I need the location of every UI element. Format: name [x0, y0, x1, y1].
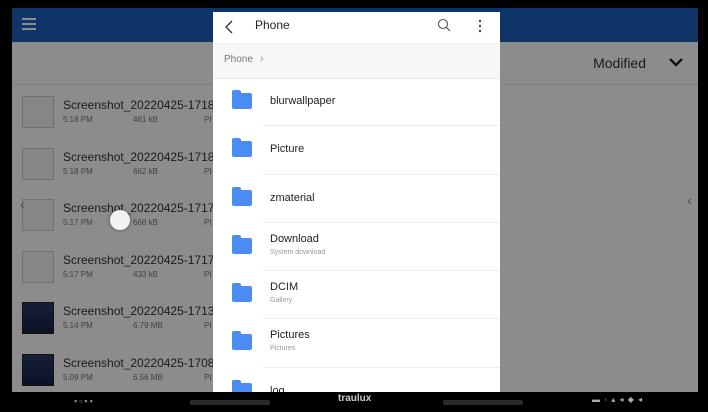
taskbar-slot[interactable]: [443, 400, 523, 405]
taskbar-left-icons[interactable]: ▪▫▪▪: [74, 396, 95, 406]
search-icon[interactable]: [437, 18, 451, 32]
folder-item[interactable]: log: [213, 368, 500, 392]
folder-icon: [232, 90, 252, 109]
folder-list: blurwallpaper Picture zmaterial Download Sys…: [213, 78, 500, 392]
taskbar: ▪▫▪▪ traulux ▬ ◦ ▴ ◂ ◆ ◂: [0, 392, 708, 412]
back-arrow-icon[interactable]: [223, 20, 237, 34]
folder-name: Pictures: [270, 329, 310, 342]
folder-name: DCIM: [270, 281, 299, 294]
device-screen: Modified Screenshot_20220425-17183 5:18 P…: [12, 8, 698, 392]
folder-item[interactable]: blurwallpaper: [213, 78, 500, 127]
taskbar-slot[interactable]: [190, 400, 270, 405]
folder-icon: [232, 138, 252, 158]
brand-logo: traulux: [338, 393, 372, 404]
more-options-icon[interactable]: [473, 18, 487, 34]
folder-icon: [232, 379, 252, 392]
breadcrumb-item[interactable]: Phone: [224, 54, 253, 65]
folder-subtitle: Gallery: [270, 297, 293, 305]
chevron-right-icon: ›: [260, 53, 264, 65]
folder-item[interactable]: Pictures Pictures: [213, 319, 500, 369]
dialog-header: Phone: [213, 12, 500, 42]
folder-item[interactable]: DCIM Gallery: [213, 271, 500, 320]
folder-name: Picture: [270, 143, 305, 156]
folder-icon: [232, 234, 252, 254]
folder-name: zmaterial: [270, 191, 315, 204]
folder-item[interactable]: zmaterial: [213, 175, 500, 224]
folder-item[interactable]: Download System download: [213, 223, 500, 272]
touch-indicator: [110, 210, 130, 230]
folder-icon: [232, 331, 252, 351]
breadcrumb: Phone ›: [213, 43, 500, 79]
folder-subtitle: System download: [270, 248, 326, 256]
folder-picker-dialog: Phone Phone › blurwallpaper Picture zmater…: [213, 12, 500, 392]
folder-subtitle: Pictures: [270, 345, 296, 353]
folder-name: log: [270, 384, 285, 392]
folder-name: blurwallpaper: [270, 95, 336, 107]
dialog-title: Phone: [255, 18, 290, 32]
status-icons: ▬ ◦ ▴ ◂ ◆ ◂: [592, 395, 644, 404]
folder-icon: [232, 186, 252, 206]
folder-name: Download: [270, 232, 319, 245]
folder-item[interactable]: Picture: [213, 126, 500, 175]
folder-icon: [232, 283, 252, 303]
